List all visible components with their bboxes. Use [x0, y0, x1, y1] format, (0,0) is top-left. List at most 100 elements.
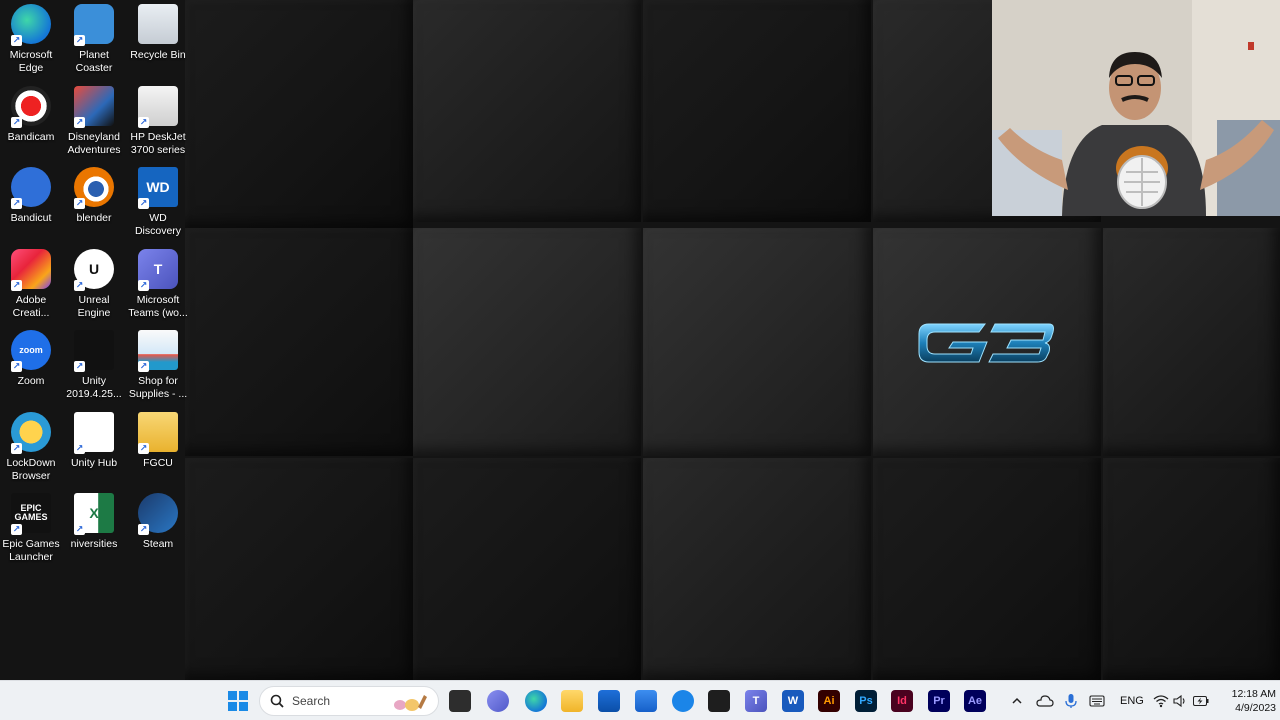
desktop-icon[interactable]: ↗ Bandicam: [0, 85, 62, 164]
wallpaper-tile: [1103, 228, 1280, 456]
taskbar-search[interactable]: Search: [259, 686, 439, 716]
excel-icon: X ↗: [74, 493, 114, 535]
desktop-icon[interactable]: ↗ Bandicut: [0, 167, 62, 245]
shortcut-arrow-icon: ↗: [138, 361, 149, 372]
epic-games-icon: EPIC GAMES ↗: [11, 493, 51, 535]
taskbar: Search T W Ai Ps Id Pr Ae ENG 12:18 AM 4/9/202…: [0, 680, 1280, 720]
taskbar-app-glyph: T: [752, 695, 760, 707]
chevron-up-icon: [1012, 697, 1022, 704]
desktop-icon[interactable]: ↗ Adobe Creati...: [0, 248, 62, 327]
taskbar-app-mail[interactable]: [634, 689, 658, 713]
battery-tray[interactable]: [1193, 681, 1209, 720]
taskbar-app-edge[interactable]: [524, 689, 548, 713]
taskbar-app-task-view[interactable]: [448, 689, 472, 713]
desktop-icon[interactable]: ↗ Disneyland Adventures: [63, 85, 125, 164]
shortcut-arrow-icon: ↗: [74, 35, 85, 46]
taskbar-app-teams-chat[interactable]: [486, 689, 510, 713]
taskbar-app-glyph: Ae: [967, 695, 983, 707]
shortcut-arrow-icon: ↗: [11, 442, 22, 454]
taskbar-app-snipping[interactable]: [671, 689, 695, 713]
taskbar-app-photoshop[interactable]: Ps: [854, 689, 878, 713]
taskbar-app-store[interactable]: [597, 689, 621, 713]
network-tray[interactable]: [1153, 681, 1169, 720]
desktop-icon[interactable]: ↗ Unity 2019.4.25...: [63, 330, 125, 408]
desktop-icon-glyph: zoom: [19, 344, 43, 355]
edge-icon: ↗: [11, 4, 51, 46]
battery-charging-icon: [1193, 696, 1209, 706]
desktop-icon[interactable]: ↗ HP DeskJet 3700 series: [127, 85, 189, 164]
after-effects-icon: Ae: [964, 690, 986, 712]
shortcut-arrow-icon: ↗: [11, 279, 22, 291]
indesign-icon: Id: [891, 690, 913, 712]
keyboard-tray[interactable]: [1089, 681, 1105, 720]
shortcut-arrow-icon: ↗: [74, 198, 85, 209]
file-explorer-icon: [561, 690, 583, 712]
teams-chat-icon: [487, 690, 509, 712]
desktop-icon-glyph: WD: [146, 179, 170, 195]
taskbar-app-file-explorer[interactable]: [560, 689, 584, 713]
printer-icon: ↗: [138, 85, 178, 128]
taskbar-app-terminal[interactable]: [707, 689, 731, 713]
desktop-icon[interactable]: ↗ Planet Coaster: [63, 4, 125, 82]
lockdown-icon: ↗: [11, 411, 51, 454]
desktop-icon[interactable]: EPIC GAMES ↗ Epic Games Launcher: [0, 493, 62, 571]
zoom-icon: zoom ↗: [11, 330, 51, 372]
language-label: ENG: [1120, 695, 1144, 707]
language-indicator[interactable]: ENG: [1120, 681, 1144, 720]
wallpaper-tile: [413, 458, 641, 680]
shortcut-arrow-icon: ↗: [138, 524, 149, 535]
wallpaper-tile: [1103, 458, 1280, 680]
start-button[interactable]: [226, 689, 250, 713]
terminal-icon: [708, 690, 730, 712]
desktop[interactable]: ↗ Microsoft Edge ↗ Planet Coaster Recycle Bi…: [0, 0, 1280, 680]
taskbar-app-glyph: Id: [897, 695, 907, 707]
adobe-cc-icon: ↗: [11, 248, 51, 291]
shortcut-arrow-icon: ↗: [11, 361, 22, 372]
desktop-icon[interactable]: zoom ↗ Zoom: [0, 330, 62, 408]
illustrator-icon: Ai: [818, 690, 840, 712]
planet-coaster-icon: ↗: [74, 4, 114, 46]
shortcut-arrow-icon: ↗: [74, 361, 85, 372]
shortcut-arrow-icon: ↗: [74, 279, 85, 291]
clock[interactable]: 12:18 AM 4/9/2023: [1212, 687, 1276, 715]
desktop-icon-glyph: X: [89, 505, 99, 521]
desktop-icon[interactable]: T ↗ Microsoft Teams (wo...: [127, 248, 189, 327]
taskbar-app-after-effects[interactable]: Ae: [963, 689, 987, 713]
task-view-icon: [449, 690, 471, 712]
onedrive-tray[interactable]: [1036, 681, 1054, 720]
desktop-icon[interactable]: ↗ Steam: [127, 493, 189, 571]
taskbar-app-indesign[interactable]: Id: [890, 689, 914, 713]
desktop-icon[interactable]: ↗ Microsoft Edge: [0, 4, 62, 82]
shortcut-arrow-icon: ↗: [11, 116, 22, 128]
desktop-icon[interactable]: ↗ Shop for Supplies - ...: [127, 330, 189, 408]
disneyland-icon: ↗: [74, 85, 114, 128]
taskbar-app-glyph: W: [787, 695, 799, 707]
teams-icon: T ↗: [138, 248, 178, 291]
desktop-icon[interactable]: WD ↗ WD Discovery: [127, 167, 189, 245]
wallpaper-tile: [413, 0, 641, 222]
clock-date: 4/9/2023: [1235, 702, 1276, 714]
desktop-icon-glyph: U: [88, 260, 100, 277]
shortcut-arrow-icon: ↗: [138, 279, 149, 291]
bandicut-icon: ↗: [11, 167, 51, 209]
desktop-icon[interactable]: Recycle Bin: [127, 4, 189, 82]
desktop-icon[interactable]: U ↗ Unreal Engine: [63, 248, 125, 327]
shortcut-arrow-icon: ↗: [74, 442, 85, 454]
premiere-icon: Pr: [928, 690, 950, 712]
desktop-icon[interactable]: ↗ Unity Hub: [63, 411, 125, 490]
desktop-icon[interactable]: ↗ blender: [63, 167, 125, 245]
desktop-icon-label: FGCU: [143, 456, 173, 469]
desktop-icon[interactable]: X ↗ niversities: [63, 493, 125, 571]
volume-tray[interactable]: [1173, 681, 1187, 720]
taskbar-app-premiere[interactable]: Pr: [927, 689, 951, 713]
microphone-tray[interactable]: [1064, 681, 1078, 720]
desktop-icon[interactable]: ↗ LockDown Browser: [0, 411, 62, 490]
show-hidden-icons-button[interactable]: [1010, 681, 1024, 720]
mail-icon: [635, 690, 657, 712]
unity-icon: ↗: [74, 330, 114, 372]
taskbar-app-word[interactable]: W: [781, 689, 805, 713]
desktop-icon[interactable]: ↗ FGCU: [127, 411, 189, 490]
taskbar-app-teams[interactable]: T: [744, 689, 768, 713]
taskbar-app-illustrator[interactable]: Ai: [817, 689, 841, 713]
steam-icon: ↗: [138, 493, 178, 535]
